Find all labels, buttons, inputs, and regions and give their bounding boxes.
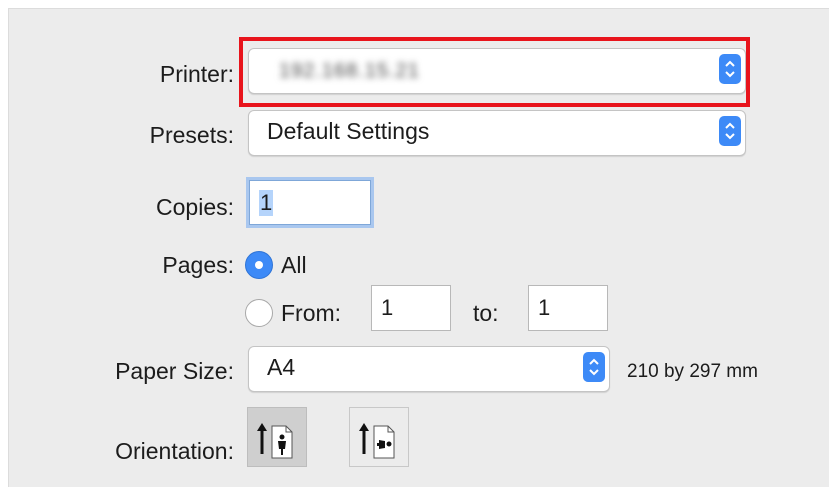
- orientation-portrait-button[interactable]: [247, 407, 307, 467]
- landscape-orientation-icon: [359, 423, 395, 459]
- pages-to-field[interactable]: 1: [528, 285, 608, 331]
- paper-size-stepper-icon: [583, 352, 605, 382]
- printer-label: Printer:: [159, 61, 234, 87]
- pages-from-label: From:: [281, 300, 342, 326]
- paper-size-label: Paper Size:: [115, 358, 234, 384]
- copies-label: Copies:: [156, 194, 234, 220]
- presets-stepper-icon: [719, 116, 741, 146]
- pages-all-radio[interactable]: [245, 251, 273, 279]
- orientation-label: Orientation:: [115, 438, 234, 464]
- presets-value: Default Settings: [267, 118, 430, 144]
- printer-highlight-box: [239, 37, 750, 107]
- pages-from-value: 1: [381, 295, 394, 320]
- pages-from-radio[interactable]: [245, 299, 273, 327]
- paper-size-value: A4: [267, 354, 296, 380]
- paper-size-dimensions: 210 by 297 mm: [627, 361, 758, 382]
- copies-field[interactable]: 1: [249, 180, 371, 225]
- orientation-landscape-button[interactable]: [349, 407, 409, 467]
- pages-to-label: to:: [473, 300, 499, 326]
- pages-label: Pages:: [162, 252, 234, 278]
- paper-size-popup[interactable]: A4: [248, 346, 610, 392]
- presets-popup[interactable]: Default Settings: [248, 110, 746, 156]
- pages-to-value: 1: [538, 295, 551, 320]
- portrait-orientation-icon: [257, 423, 293, 459]
- pages-all-label: All: [281, 252, 307, 278]
- pages-from-field[interactable]: 1: [371, 285, 451, 331]
- copies-value: 1: [259, 190, 274, 216]
- presets-label: Presets:: [149, 122, 234, 148]
- print-dialog: Printer: 192.168.15.21 Presets: Default …: [8, 8, 829, 487]
